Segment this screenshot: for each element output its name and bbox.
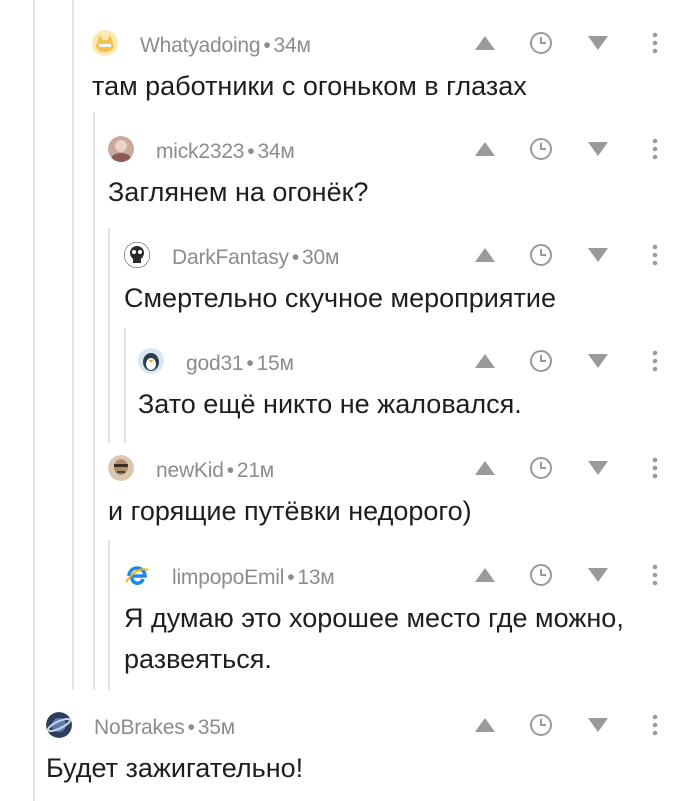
comment-actions bbox=[470, 453, 670, 483]
vertical-dots-icon[interactable] bbox=[640, 710, 670, 740]
triangle-down-icon[interactable] bbox=[583, 710, 613, 740]
author-name[interactable]: newKid bbox=[156, 459, 224, 482]
clock-icon[interactable] bbox=[526, 560, 556, 590]
thread-line-level-4b bbox=[108, 540, 110, 690]
clock-icon[interactable] bbox=[526, 710, 556, 740]
thread-line-level-1 bbox=[33, 0, 35, 801]
comment-time: 13м bbox=[297, 566, 335, 589]
comment-text: Смертельно скучное мероприятие bbox=[124, 283, 556, 313]
separator-dot: • bbox=[246, 352, 254, 375]
penguin-icon[interactable] bbox=[138, 348, 164, 374]
separator-dot: • bbox=[263, 34, 271, 57]
triangle-up-icon[interactable] bbox=[470, 560, 500, 590]
author-name[interactable]: mick2323 bbox=[156, 140, 244, 163]
author-name[interactable]: god31 bbox=[186, 352, 244, 375]
comment-actions bbox=[470, 134, 670, 164]
separator-dot: • bbox=[187, 716, 195, 739]
thread-line-level-2 bbox=[72, 0, 74, 690]
thread-line-level-5 bbox=[124, 328, 126, 443]
comment-meta: limpopoEmil • 13м bbox=[172, 566, 335, 590]
vertical-dots-icon[interactable] bbox=[640, 560, 670, 590]
cat-icon[interactable] bbox=[92, 30, 118, 56]
comment-actions bbox=[470, 346, 670, 376]
skull-icon[interactable] bbox=[124, 242, 150, 268]
author-name[interactable]: NoBrakes bbox=[94, 716, 185, 739]
comment-actions bbox=[470, 28, 670, 58]
separator-dot: • bbox=[226, 459, 234, 482]
author-name[interactable]: DarkFantasy bbox=[172, 246, 289, 269]
comment-header: NoBrakes • 35м bbox=[46, 712, 670, 742]
clock-icon[interactable] bbox=[526, 28, 556, 58]
comment-time: 21м bbox=[236, 459, 275, 482]
comment-header: limpopoEmil • 13м bbox=[124, 562, 670, 592]
triangle-up-icon[interactable] bbox=[470, 240, 500, 270]
planet-icon[interactable] bbox=[46, 712, 72, 738]
triangle-up-icon[interactable] bbox=[470, 453, 500, 483]
comment-actions bbox=[470, 710, 670, 740]
browser-e-icon[interactable] bbox=[124, 562, 150, 588]
comment-header: mick2323 • 34м bbox=[108, 136, 670, 166]
triangle-up-icon[interactable] bbox=[470, 134, 500, 164]
comment: mick2323 • 34м Заглянем на огонёк? bbox=[108, 136, 670, 213]
comment: NoBrakes • 35м Будет зажигательно! bbox=[46, 712, 670, 789]
triangle-down-icon[interactable] bbox=[583, 453, 613, 483]
clock-icon[interactable] bbox=[526, 240, 556, 270]
comment-text: Зато ещё никто не жаловался. bbox=[138, 389, 522, 419]
thread-line-level-4 bbox=[108, 228, 110, 443]
comment: god31 • 15м Зато ещё никто не жаловался. bbox=[138, 348, 670, 425]
triangle-up-icon[interactable] bbox=[470, 710, 500, 740]
comment-header: god31 • 15м bbox=[138, 348, 670, 378]
separator-dot: • bbox=[247, 140, 255, 163]
author-name[interactable]: limpopoEmil bbox=[172, 566, 284, 589]
triangle-down-icon[interactable] bbox=[583, 134, 613, 164]
comment-time: 34м bbox=[273, 34, 311, 57]
face-photo-icon[interactable] bbox=[108, 455, 134, 481]
vertical-dots-icon[interactable] bbox=[640, 240, 670, 270]
vertical-dots-icon[interactable] bbox=[640, 28, 670, 58]
author-name[interactable]: Whatyadoing bbox=[140, 34, 261, 57]
comment-actions bbox=[470, 560, 670, 590]
comment-meta: god31 • 15м bbox=[186, 352, 294, 376]
comment-meta: newKid • 21м bbox=[156, 459, 274, 483]
comment-meta: Whatyadoing • 34м bbox=[140, 34, 311, 58]
triangle-down-icon[interactable] bbox=[583, 560, 613, 590]
triangle-up-icon[interactable] bbox=[470, 346, 500, 376]
comment-header: newKid • 21м bbox=[108, 455, 670, 485]
comment-meta: NoBrakes • 35м bbox=[94, 716, 235, 740]
comment-meta: mick2323 • 34м bbox=[156, 140, 295, 164]
comment-time: 34м bbox=[257, 140, 295, 163]
triangle-down-icon[interactable] bbox=[583, 240, 613, 270]
comment-time: 35м bbox=[197, 716, 235, 739]
vertical-dots-icon[interactable] bbox=[640, 346, 670, 376]
clock-icon[interactable] bbox=[526, 346, 556, 376]
vertical-dots-icon[interactable] bbox=[640, 134, 670, 164]
comment-header: Whatyadoing • 34м bbox=[92, 30, 670, 60]
comment-text: там работники с огоньком в глазах bbox=[92, 71, 527, 101]
comment: limpopoEmil • 13м Я думаю это хорошее мест… bbox=[124, 562, 670, 680]
comment-header: DarkFantasy • 30м bbox=[124, 242, 670, 272]
triangle-down-icon[interactable] bbox=[583, 346, 613, 376]
separator-dot: • bbox=[291, 246, 299, 269]
comment-actions bbox=[470, 240, 670, 270]
triangle-down-icon[interactable] bbox=[583, 28, 613, 58]
comment-text: Будет зажигательно! bbox=[46, 753, 304, 783]
vertical-dots-icon[interactable] bbox=[640, 453, 670, 483]
comment-text: Заглянем на огонёк? bbox=[108, 177, 369, 207]
comment-time: 30м bbox=[302, 246, 340, 269]
triangle-up-icon[interactable] bbox=[470, 28, 500, 58]
comment-text: и горящие путёвки недорого) bbox=[108, 496, 472, 526]
clock-icon[interactable] bbox=[526, 134, 556, 164]
clock-icon[interactable] bbox=[526, 453, 556, 483]
comment: Whatyadoing • 34м там работники с огоньком… bbox=[92, 30, 670, 107]
photo-avatar-icon[interactable] bbox=[108, 136, 134, 162]
comment-meta: DarkFantasy • 30м bbox=[172, 246, 339, 270]
thread-line-level-3 bbox=[93, 112, 95, 690]
comment-text: Я думаю это хорошее место где можно, раз… bbox=[124, 603, 624, 674]
separator-dot: • bbox=[287, 566, 295, 589]
comment-time: 15м bbox=[256, 352, 294, 375]
comment: newKid • 21м и горящие путёвки недорого) bbox=[108, 455, 670, 532]
comment: DarkFantasy • 30м Смертельно скучное мероп… bbox=[124, 242, 670, 319]
